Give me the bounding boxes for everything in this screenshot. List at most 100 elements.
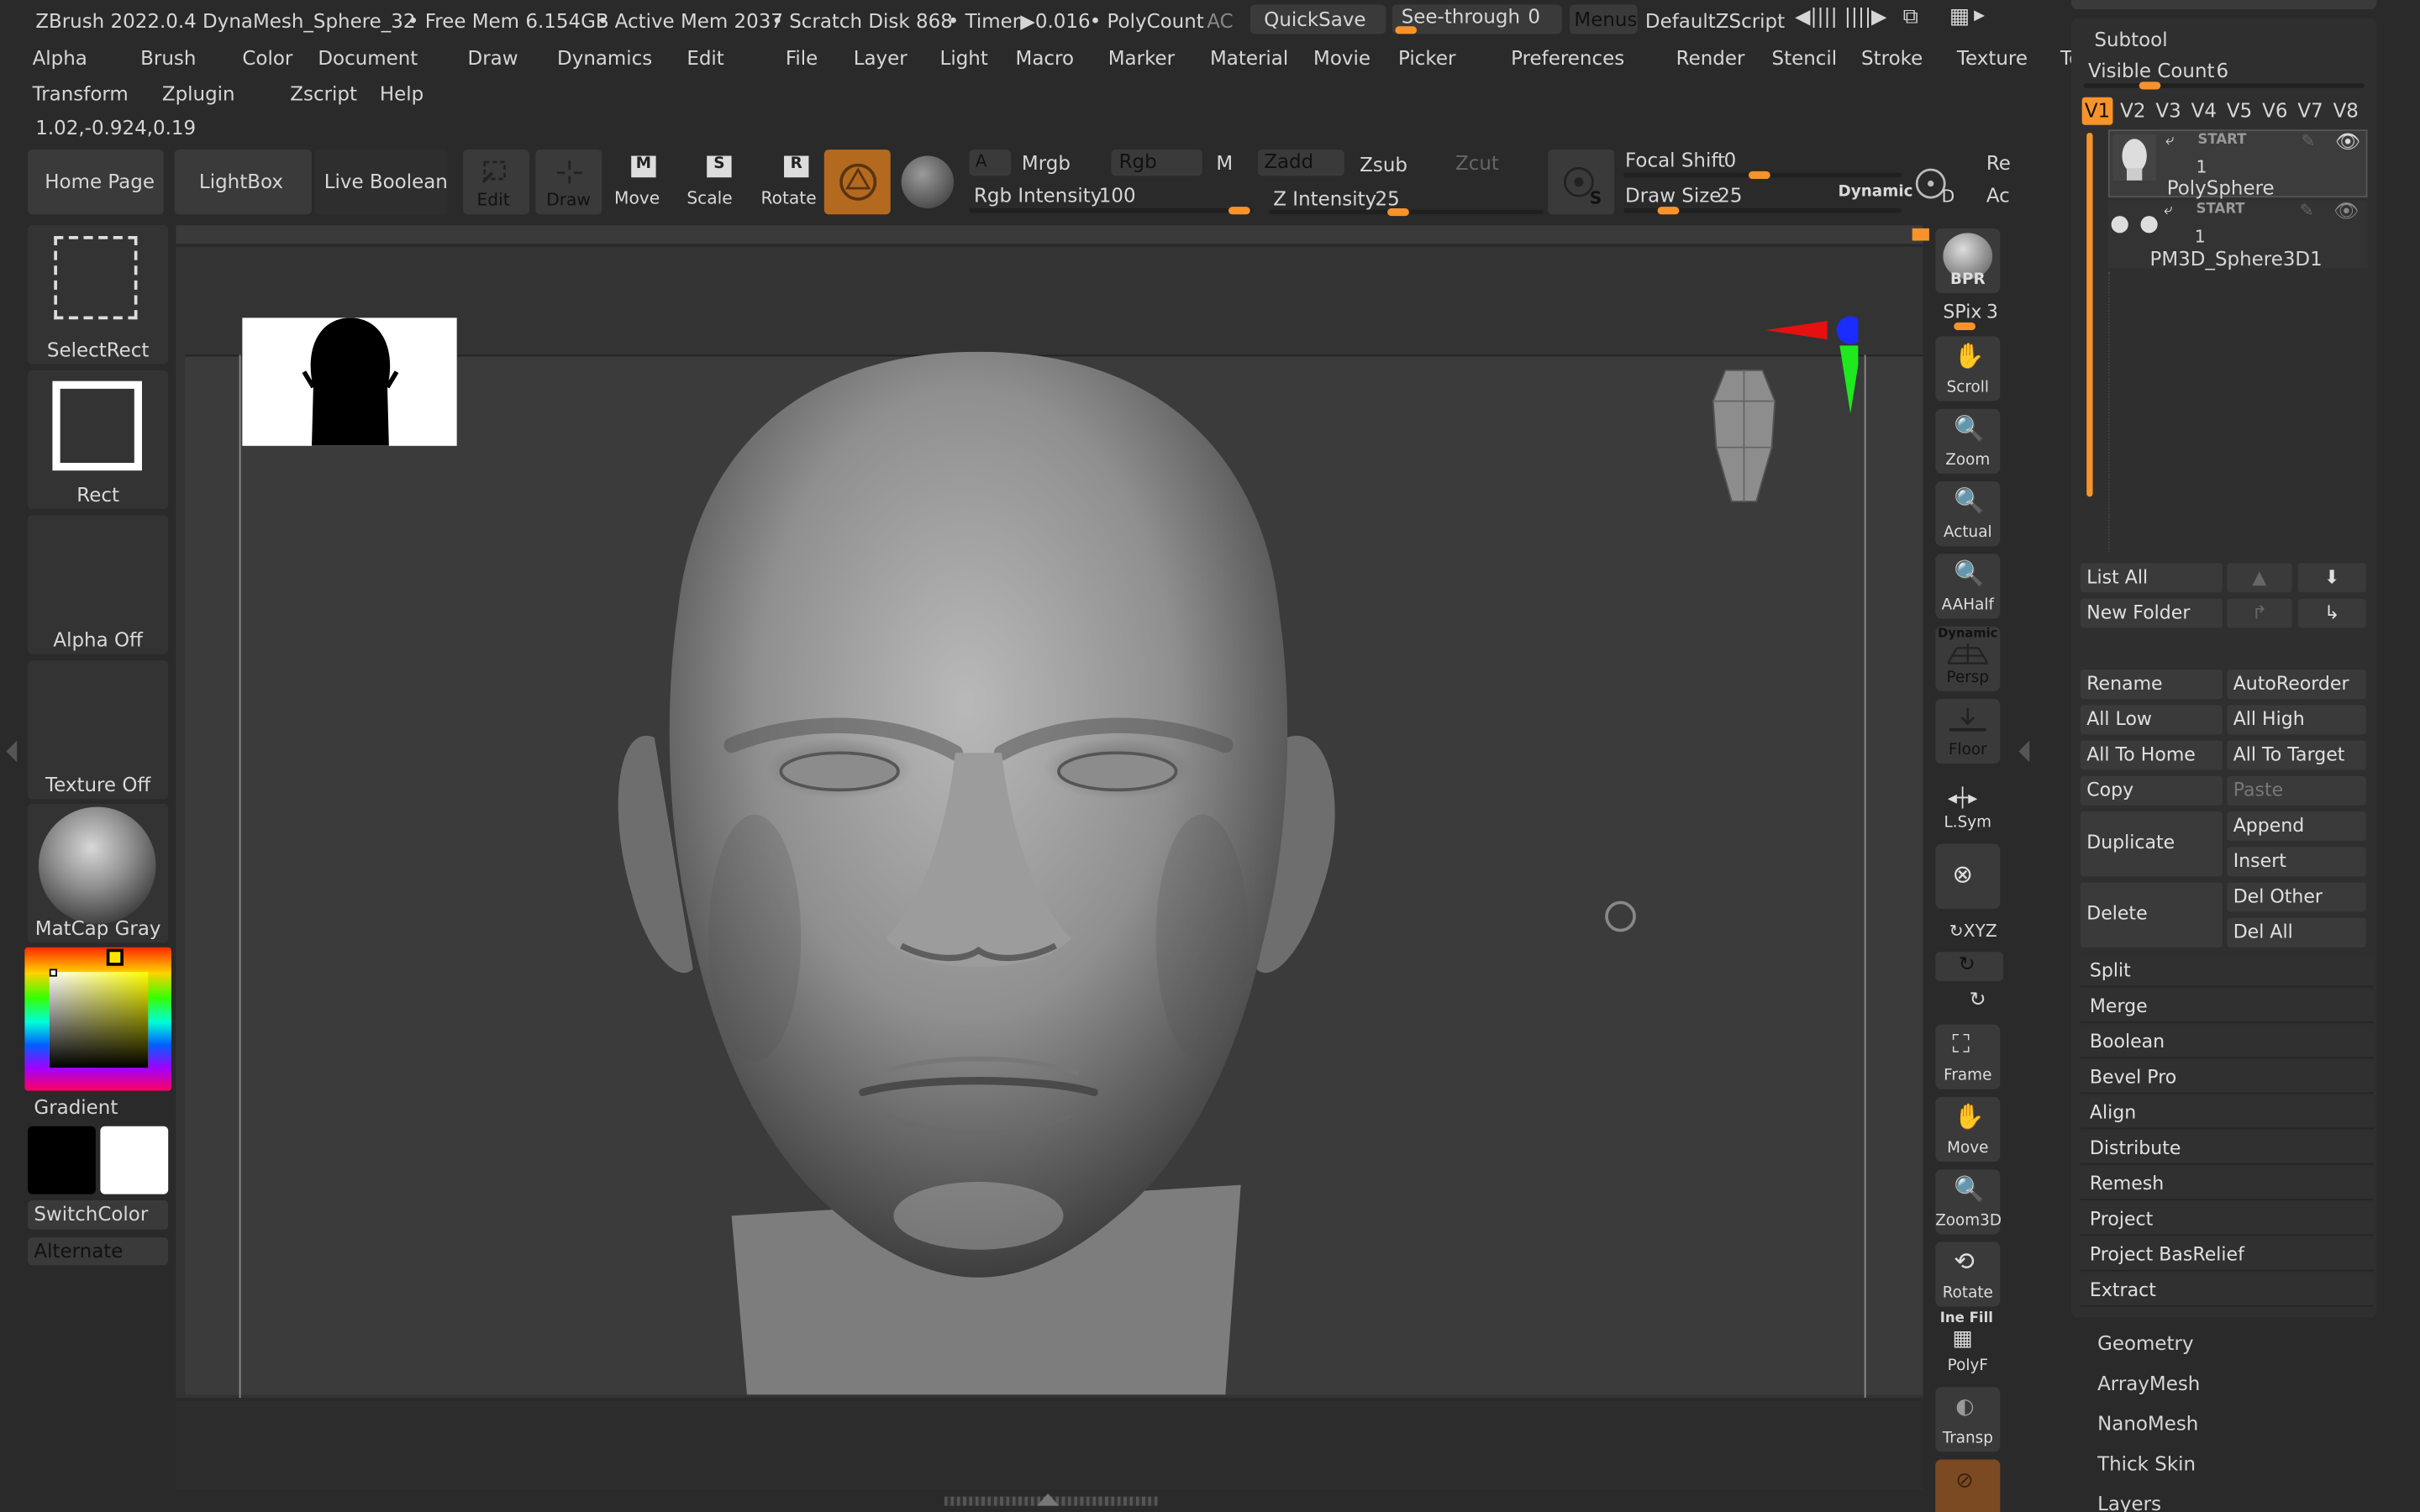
rect-stroke-tile[interactable]: Rect [28, 370, 169, 510]
rgb-intensity-knob[interactable] [1228, 207, 1250, 215]
canvas-area[interactable] [176, 246, 1923, 1399]
subtool-1-eye-icon[interactable]: 👁 [2335, 131, 2360, 155]
version-tab-v7[interactable]: V7 [2295, 97, 2326, 125]
menu-zplugin[interactable]: Zplugin [162, 81, 290, 105]
a-toggle[interactable]: A [969, 150, 1012, 176]
version-tab-v6[interactable]: V6 [2260, 97, 2291, 125]
menu-preferences[interactable]: Preferences [1511, 46, 1676, 70]
select-rect-tile[interactable]: SelectRect [28, 225, 169, 365]
lightbox-button[interactable]: LightBox [174, 150, 313, 215]
menu-help[interactable]: Help [380, 81, 441, 105]
subtool-section-extract[interactable]: Extract [2080, 1274, 2374, 1307]
subpalette-arraymesh[interactable]: ArrayMesh [2097, 1372, 2200, 1395]
move-up-icon[interactable]: ▲ [2227, 563, 2292, 593]
del-all-button[interactable]: Del All [2227, 917, 2366, 948]
canvas-corner-marker[interactable] [1912, 228, 1929, 241]
menu-transform[interactable]: Transform [33, 81, 162, 105]
mrgb-toggle[interactable]: Mrgb [1022, 151, 1071, 175]
subtool-2-eye-icon[interactable]: 👁 [2333, 201, 2359, 224]
z-axis-rotate-icon[interactable]: ↻ [1970, 989, 1986, 1012]
layout-prev-icon[interactable]: ◀|||| [1795, 6, 1838, 29]
menu-picker[interactable]: Picker [1398, 46, 1511, 70]
scroll-button[interactable]: ✋ Scroll [1935, 336, 2001, 402]
all-to-target-button[interactable]: All To Target [2227, 740, 2366, 770]
color-picker-sv-square[interactable] [49, 972, 149, 1068]
subtool-section-remesh[interactable]: Remesh [2080, 1168, 2374, 1200]
menu-edit[interactable]: Edit [687, 46, 786, 70]
zoom3d-button[interactable]: 🔍 Zoom3D [1935, 1169, 2002, 1235]
delete-button[interactable]: Delete [2080, 882, 2223, 948]
frame-button[interactable]: ⛶ Frame [1935, 1024, 2001, 1089]
stroke-button[interactable]: S [1548, 150, 1615, 215]
version-tab-v5[interactable]: V5 [2224, 97, 2255, 125]
lightbox-d-button[interactable]: D [1911, 159, 1957, 207]
copy-button[interactable]: Copy [2080, 775, 2223, 806]
rgb-intensity-slider[interactable] [969, 207, 1254, 213]
menu-marker[interactable]: Marker [1108, 46, 1210, 70]
insert-button[interactable]: Insert [2227, 847, 2366, 877]
rotate-view-button[interactable]: ⟲ Rotate [1935, 1242, 2001, 1307]
list-all-button[interactable]: List All [2080, 563, 2223, 593]
see-through-slider[interactable]: See-through 0 [1392, 4, 1562, 34]
hue-marker[interactable] [106, 948, 124, 966]
move-down-icon[interactable]: ⬇ [2297, 563, 2366, 593]
subtool-section-distribute[interactable]: Distribute [2080, 1132, 2374, 1165]
texture-tile[interactable]: Texture Off [28, 660, 169, 800]
bottom-tray-arrow-icon[interactable] [1037, 1493, 1059, 1506]
layout-next-icon[interactable]: ||||▶ [1844, 6, 1887, 29]
alpha-tile[interactable]: Alpha Off [28, 515, 169, 654]
menu-layer[interactable]: Layer [854, 46, 940, 70]
switch-color-button[interactable]: SwitchColor [28, 1200, 169, 1230]
move-view-button[interactable]: ✋ Move [1935, 1096, 2001, 1163]
subtool-scrollbar[interactable] [2086, 132, 2093, 497]
move-mode-button[interactable]: M Move [609, 150, 665, 214]
reference-image-thumbnail[interactable] [242, 318, 457, 446]
subtool-item-polysphere[interactable]: ⤶ START 1 PolySphere ✎ 👁 [2107, 129, 2368, 199]
left-tray-collapse-icon[interactable] [6, 740, 18, 763]
bpr-button[interactable]: BPR [1935, 228, 2001, 293]
zcut-toggle[interactable]: Zcut [1455, 151, 1499, 175]
append-button[interactable]: Append [2227, 811, 2366, 842]
home-page-button[interactable]: Home Page [28, 150, 164, 215]
subtool-section-align[interactable]: Align [2080, 1096, 2374, 1130]
visible-count-knob[interactable] [2139, 81, 2161, 90]
version-tab-v2[interactable]: V2 [2118, 97, 2149, 125]
floor-button[interactable]: Floor [1935, 699, 2001, 764]
folder-up-icon[interactable]: ↱ [2227, 598, 2292, 628]
focal-shift-knob[interactable] [1748, 171, 1770, 180]
material-sphere-icon[interactable] [901, 155, 955, 208]
edit-button[interactable]: Edit [463, 150, 529, 215]
menu-material[interactable]: Material [1210, 46, 1313, 70]
subtool-section-merge[interactable]: Merge [2080, 990, 2374, 1023]
version-tab-v1[interactable]: V1 [2081, 97, 2113, 125]
subtool-title[interactable]: Subtool [2094, 28, 2167, 51]
menu-zscript[interactable]: Zscript [290, 81, 380, 105]
see-through-knob[interactable] [1395, 26, 1418, 34]
menu-draw[interactable]: Draw [468, 46, 558, 70]
auto-reorder-button[interactable]: AutoReorder [2227, 669, 2366, 700]
all-low-button[interactable]: All Low [2080, 705, 2223, 735]
secondary-color-swatch[interactable] [100, 1126, 169, 1194]
window-tile-icon[interactable]: ▦ [1949, 5, 1970, 29]
head-sculpt-model[interactable] [608, 351, 1349, 1395]
all-to-home-button[interactable]: All To Home [2080, 740, 2223, 770]
live-boolean-button[interactable]: Live Boolean [314, 150, 448, 215]
rename-button[interactable]: Rename [2080, 669, 2223, 700]
menu-texture[interactable]: Texture [1957, 46, 2060, 70]
right-tray-collapse-icon[interactable] [2018, 740, 2030, 763]
rgb-toggle[interactable]: Rgb [1111, 150, 1202, 176]
dynamic-toggle[interactable]: Dynamic [1839, 184, 1913, 201]
paste-button[interactable]: Paste [2227, 775, 2366, 806]
del-other-button[interactable]: Del Other [2227, 882, 2366, 912]
menu-file[interactable]: File [786, 46, 854, 70]
menu-dynamics[interactable]: Dynamics [557, 46, 687, 70]
primary-color-swatch[interactable] [28, 1126, 96, 1194]
menu-render[interactable]: Render [1676, 46, 1772, 70]
persp-button[interactable]: Dynamic Persp [1935, 626, 2001, 691]
spix-slider-knob[interactable] [1954, 322, 1975, 331]
version-tab-v3[interactable]: V3 [2153, 97, 2184, 125]
subtool-section-bevel-pro[interactable]: Bevel Pro [2080, 1061, 2374, 1095]
axis-gizmo[interactable] [1765, 308, 1859, 419]
subtool-item-pm3d-sphere[interactable]: ⤶ START 1 PM3D_Sphere3D1 ✎ 👁 [2107, 200, 2368, 270]
material-tile[interactable]: MatCap Gray [28, 803, 169, 943]
